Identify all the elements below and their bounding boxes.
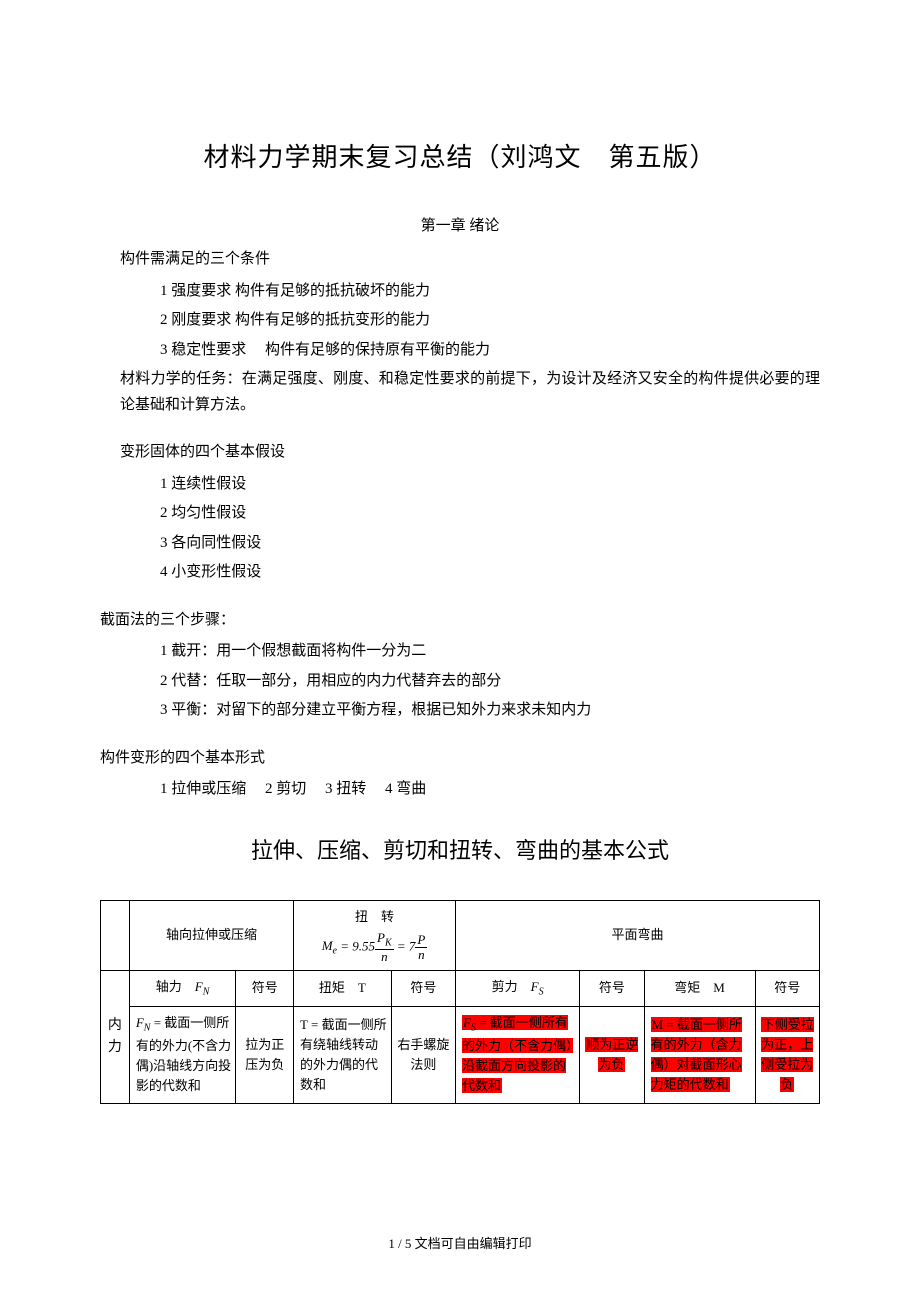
fraction-pk-n: PKn — [375, 931, 394, 964]
conditions-label: 构件需满足的三个条件 — [120, 247, 820, 273]
cell-fs-sign: 顺为正逆为负 — [580, 1007, 644, 1104]
cell-torque: 扭矩 T — [294, 970, 392, 1006]
blank-cell — [101, 900, 130, 970]
cell-sign: 符号 — [580, 970, 644, 1006]
formula-eq1: = 9.55 — [337, 938, 375, 953]
cell-axial-force: 轴力 FN — [129, 970, 236, 1006]
list-item: 3 稳定性要求 构件有足够的保持原有平衡的能力 — [160, 338, 820, 364]
list-item: 3 平衡：对留下的部分建立平衡方程，根据已知外力来求未知内力 — [160, 698, 820, 724]
cell-t-sign: 右手螺旋法则 — [391, 1007, 455, 1104]
torsion-label: 扭 转 — [355, 909, 394, 924]
list-item: 2 均匀性假设 — [160, 501, 820, 527]
cell-t-def: T = 截面一侧所有绕轴线转动的外力偶的代数和 — [294, 1007, 392, 1104]
list-item: 1 连续性假设 — [160, 472, 820, 498]
task-paragraph: 材料力学的任务：在满足强度、刚度、和稳定性要求的前提下，为设计及经济又安全的构件… — [120, 367, 820, 418]
chapter-heading: 第一章 绪论 — [100, 214, 820, 235]
assumptions-label: 变形固体的四个基本假设 — [120, 440, 820, 466]
cell-m-sign: 下侧受拉为正，上侧受拉为负 — [755, 1007, 819, 1104]
fraction-p-n: Pn — [415, 933, 427, 963]
table-row: 内力 轴力 FN 符号 扭矩 T 符号 剪力 FS 符号 弯矩 M 符号 — [101, 970, 820, 1006]
list-item: 2 刚度要求 构件有足够的抵抗变形的能力 — [160, 308, 820, 334]
cell-sign: 符号 — [391, 970, 455, 1006]
table-row: FN = 截面一侧所有的外力(不含力偶)沿轴线方向投影的代数和 拉为正压为负 T… — [101, 1007, 820, 1104]
subtitle: 拉伸、压缩、剪切和扭转、弯曲的基本公式 — [100, 833, 820, 865]
page-footer: 1 / 5 文档可自由编辑打印 — [0, 1233, 920, 1252]
cell-moment: 弯矩 M — [644, 970, 755, 1006]
cell-fn-sign: 拉为正压为负 — [236, 1007, 294, 1104]
row-label-internal-force: 内力 — [101, 970, 130, 1103]
cell-sign: 符号 — [755, 970, 819, 1006]
formula-Me: Me — [322, 938, 337, 953]
formula-eq2: = 7 — [394, 938, 416, 953]
section-method-label: 截面法的三个步骤： — [100, 608, 820, 634]
cell-m-def: M = 截面一侧所有的外力（含力偶）对截面形心力矩的代数和 — [644, 1007, 755, 1104]
forms-line: 1 拉伸或压缩 2 剪切 3 扭转 4 弯曲 — [160, 777, 820, 803]
list-item: 3 各向同性假设 — [160, 531, 820, 557]
list-item: 1 截开：用一个假想截面将构件一分为二 — [160, 639, 820, 665]
header-bending: 平面弯曲 — [456, 900, 820, 970]
list-item: 2 代替：任取一部分，用相应的内力代替弃去的部分 — [160, 669, 820, 695]
cell-fs-def: FS = 截面一侧所有的外力（不含力偶）沿截面方向投影的代数和 — [456, 1007, 580, 1104]
header-torsion: 扭 转 Me = 9.55PKn = 7Pn — [294, 900, 456, 970]
list-item: 4 小变形性假设 — [160, 560, 820, 586]
header-axial: 轴向拉伸或压缩 — [129, 900, 293, 970]
cell-fn-def: FN = 截面一侧所有的外力(不含力偶)沿轴线方向投影的代数和 — [129, 1007, 236, 1104]
cell-sign: 符号 — [236, 970, 294, 1006]
formula-table: 轴向拉伸或压缩 扭 转 Me = 9.55PKn = 7Pn 平面弯曲 内力 轴… — [100, 900, 820, 1104]
list-item: 1 强度要求 构件有足够的抵抗破坏的能力 — [160, 279, 820, 305]
forms-label: 构件变形的四个基本形式 — [100, 746, 820, 772]
cell-shear: 剪力 FS — [456, 970, 580, 1006]
doc-title: 材料力学期末复习总结（刘鸿文 第五版） — [100, 137, 820, 174]
